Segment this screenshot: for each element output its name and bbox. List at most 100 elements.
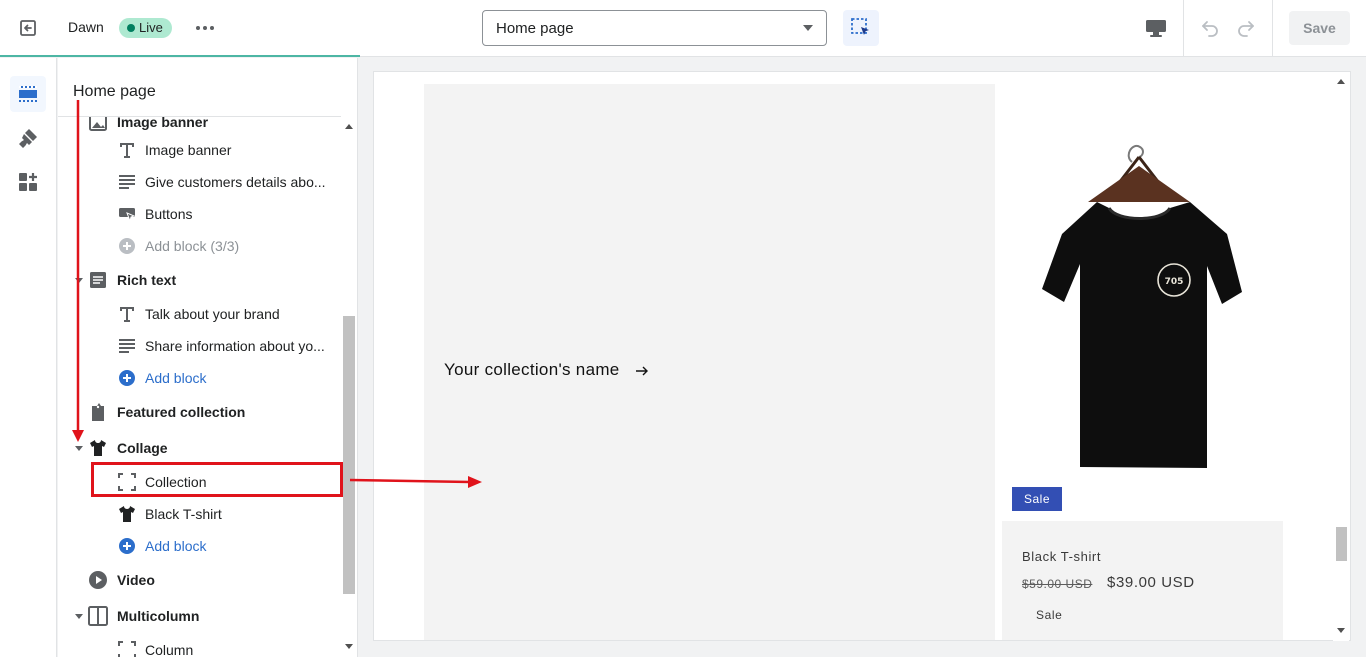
- block-rich-text-heading[interactable]: Talk about your brand: [58, 298, 341, 330]
- product-title[interactable]: Black T-shirt: [1022, 549, 1101, 564]
- block-label: Give customers details abo...: [145, 174, 326, 190]
- add-block-label: Add block: [145, 538, 207, 554]
- product-card[interactable]: 705 Sale Black T-shirt $59.00 USD $39.00…: [1002, 84, 1283, 640]
- block-image-banner-text[interactable]: Give customers details abo...: [58, 166, 341, 198]
- block-black-tshirt[interactable]: Black T-shirt: [58, 498, 341, 530]
- section-label: Collage: [117, 440, 168, 456]
- add-block-label: Add block (3/3): [145, 238, 240, 254]
- expand-caret-icon[interactable]: [75, 614, 83, 619]
- add-block-label: Add block: [145, 370, 207, 386]
- section-multicolumn[interactable]: Multicolumn: [58, 600, 341, 632]
- add-block-button-disabled[interactable]: Add block (3/3): [58, 230, 341, 262]
- block-label: Talk about your brand: [145, 306, 280, 322]
- loading-accent-bar: [0, 55, 360, 57]
- preview-scrollbar[interactable]: [1333, 73, 1349, 641]
- scroll-down-arrow-icon[interactable]: [1337, 628, 1345, 633]
- redo-button[interactable]: [1232, 14, 1260, 42]
- paragraph-icon: [117, 336, 137, 356]
- block-label: Share information about yo...: [145, 338, 325, 354]
- regular-price: $59.00 USD: [1022, 577, 1093, 591]
- section-collage[interactable]: Collage: [58, 432, 341, 464]
- add-block-button[interactable]: Add block: [58, 362, 341, 394]
- product-info: Black T-shirt $59.00 USD $39.00 USD Sale: [1002, 521, 1283, 640]
- sections-icon: [19, 86, 37, 102]
- collection-card[interactable]: Your collection's name: [424, 84, 995, 640]
- shirt-icon: [117, 504, 137, 524]
- add-block-button[interactable]: Add block: [58, 530, 341, 562]
- panel-scrollbar[interactable]: [341, 116, 357, 657]
- expand-caret-icon[interactable]: [75, 446, 83, 451]
- section-label: Video: [117, 572, 155, 588]
- block-buttons[interactable]: Buttons: [58, 198, 341, 230]
- section-rich-text[interactable]: Rich text: [58, 264, 341, 296]
- section-label: Multicolumn: [117, 608, 200, 624]
- block-column[interactable]: Column: [58, 634, 341, 657]
- top-bar: Dawn Live Home page Save: [0, 0, 1366, 57]
- image-icon: [88, 117, 108, 132]
- theme-settings-tab[interactable]: [10, 120, 46, 156]
- toolbar-divider: [1183, 0, 1184, 57]
- rich-text-icon: [88, 270, 108, 290]
- columns-icon: [88, 606, 108, 626]
- scroll-down-arrow-icon[interactable]: [345, 644, 353, 649]
- block-label: Image banner: [145, 142, 232, 158]
- dropdown-caret-icon: [803, 25, 813, 31]
- button-icon: [117, 204, 137, 224]
- collection-name: Your collection's name: [444, 360, 620, 379]
- scroll-up-arrow-icon[interactable]: [1337, 79, 1345, 84]
- block-label: Black T-shirt: [145, 506, 222, 522]
- save-button[interactable]: Save: [1289, 11, 1350, 45]
- paintbrush-icon: [19, 129, 37, 148]
- section-tree: Image banner Image banner Give customers…: [58, 116, 341, 657]
- exit-editor-button[interactable]: [14, 14, 42, 42]
- theme-name: Dawn: [68, 19, 104, 35]
- desktop-icon: [1146, 20, 1166, 37]
- sections-tab[interactable]: [10, 76, 46, 112]
- inspector-toggle-button[interactable]: [843, 10, 879, 46]
- collection-link[interactable]: Your collection's name: [444, 360, 649, 380]
- undo-button[interactable]: [1196, 14, 1224, 42]
- sale-label: Sale: [1036, 608, 1063, 622]
- block-rich-text-body[interactable]: Share information about yo...: [58, 330, 341, 362]
- block-label: Column: [145, 642, 194, 657]
- section-video[interactable]: Video: [58, 564, 341, 596]
- redo-icon: [1238, 21, 1254, 37]
- scrollbar-thumb[interactable]: [1336, 527, 1347, 561]
- more-actions-button[interactable]: [192, 16, 218, 40]
- select-cursor-icon: [851, 18, 869, 35]
- desktop-view-button[interactable]: [1140, 14, 1172, 42]
- section-featured-collection[interactable]: Featured collection: [58, 396, 341, 428]
- page-selector[interactable]: Home page: [482, 10, 827, 46]
- tag-icon: [88, 402, 108, 422]
- plus-circle-icon: [117, 536, 137, 556]
- block-label: Buttons: [145, 206, 193, 222]
- section-label: Featured collection: [117, 404, 246, 420]
- play-icon: [88, 570, 108, 590]
- live-status-badge: Live: [119, 18, 172, 38]
- expand-caret-icon[interactable]: [75, 278, 83, 283]
- product-image: 705: [1042, 144, 1242, 468]
- paragraph-icon: [117, 172, 137, 192]
- section-label: Image banner: [117, 116, 209, 130]
- exit-icon: [20, 20, 36, 36]
- scroll-up-arrow-icon[interactable]: [345, 124, 353, 129]
- highlight-box: [91, 462, 343, 497]
- horizontal-dots-icon: [196, 26, 214, 30]
- frame-icon: [117, 640, 137, 657]
- text-icon: [117, 304, 137, 324]
- undo-icon: [1202, 21, 1218, 37]
- shirt-icon: [88, 438, 108, 458]
- panel-title: Home page: [73, 83, 156, 100]
- shirt-print-text: 705: [1165, 277, 1184, 287]
- block-image-banner-heading[interactable]: Image banner: [58, 134, 341, 166]
- scrollbar-thumb[interactable]: [343, 316, 355, 594]
- sale-price: $39.00 USD: [1107, 574, 1195, 591]
- page-selector-value: Home page: [496, 19, 574, 37]
- arrow-right-icon: [635, 366, 648, 376]
- app-embeds-tab[interactable]: [10, 164, 46, 200]
- text-icon: [117, 140, 137, 160]
- plus-circle-icon: [117, 368, 137, 388]
- left-rail: [0, 58, 57, 657]
- app-blocks-icon: [19, 173, 37, 191]
- store-preview: Your collection's name 705 Sale Black T-…: [373, 71, 1351, 641]
